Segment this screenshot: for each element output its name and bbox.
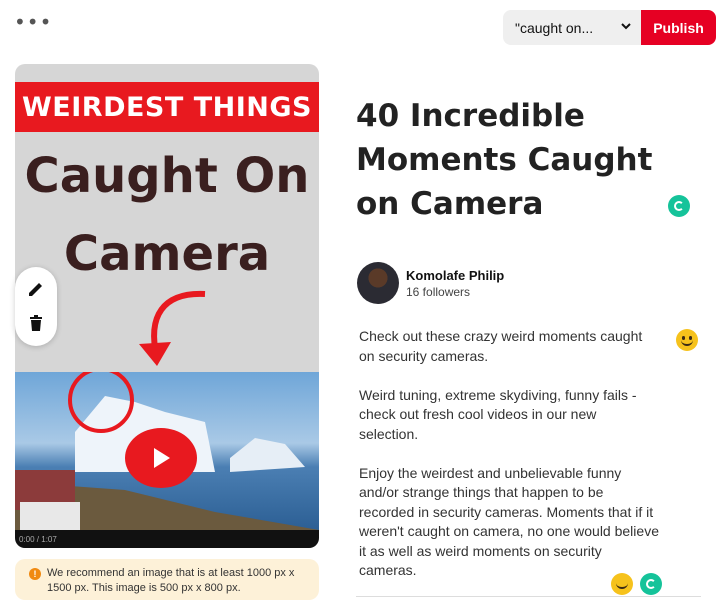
pin-description[interactable]: Check out these crazy weird moments caug… <box>359 327 659 600</box>
emoji-smiley-icon[interactable] <box>676 329 698 351</box>
image-size-warning: ! We recommend an image that is at least… <box>15 559 319 600</box>
play-icon <box>154 448 170 468</box>
emoji-hugging-icon[interactable] <box>611 573 633 595</box>
chevron-down-icon <box>621 23 631 30</box>
grammarly-icon[interactable] <box>640 573 662 595</box>
curved-arrow-graphic <box>139 290 206 366</box>
edit-pencil-icon[interactable] <box>26 279 46 299</box>
warning-icon: ! <box>29 568 41 580</box>
pin-title[interactable]: 40 Incredible Moments Caught on Camera <box>356 94 686 226</box>
video-play-button[interactable] <box>125 428 197 488</box>
description-paragraph: Check out these crazy weird moments caug… <box>359 328 643 364</box>
image-edit-toolbar <box>15 267 57 346</box>
avatar[interactable] <box>357 262 399 304</box>
delete-trash-icon[interactable] <box>26 313 46 333</box>
image-banner-text: WEIRDEST THINGS <box>15 82 319 132</box>
warning-text: We recommend an image that is at least 1… <box>47 567 295 594</box>
divider <box>356 596 701 597</box>
pin-image: WEIRDEST THINGS Caught On Camera 0:00 / … <box>15 64 319 548</box>
description-paragraph: Enjoy the weirdest and unbelievable funn… <box>359 464 659 579</box>
video-thumbnail <box>15 372 319 530</box>
grammarly-icon[interactable] <box>668 195 690 217</box>
author-name[interactable]: Komolafe Philip <box>406 268 504 283</box>
publish-button[interactable]: Publish <box>641 10 716 45</box>
image-headline-line1: Caught On <box>24 148 310 204</box>
board-select-dropdown[interactable]: "caught on... <box>503 10 641 45</box>
description-paragraph: Weird tuning, extreme skydiving, funny f… <box>359 386 637 442</box>
image-headline-line2: Camera <box>63 226 271 282</box>
follower-count: 16 followers <box>406 285 471 299</box>
more-options-button[interactable]: ••• <box>14 12 52 32</box>
video-controls-bar[interactable]: 0:00 / 1:07 <box>15 530 319 548</box>
video-time: 0:00 / 1:07 <box>19 534 57 544</box>
board-select-value: "caught on... <box>515 19 594 36</box>
